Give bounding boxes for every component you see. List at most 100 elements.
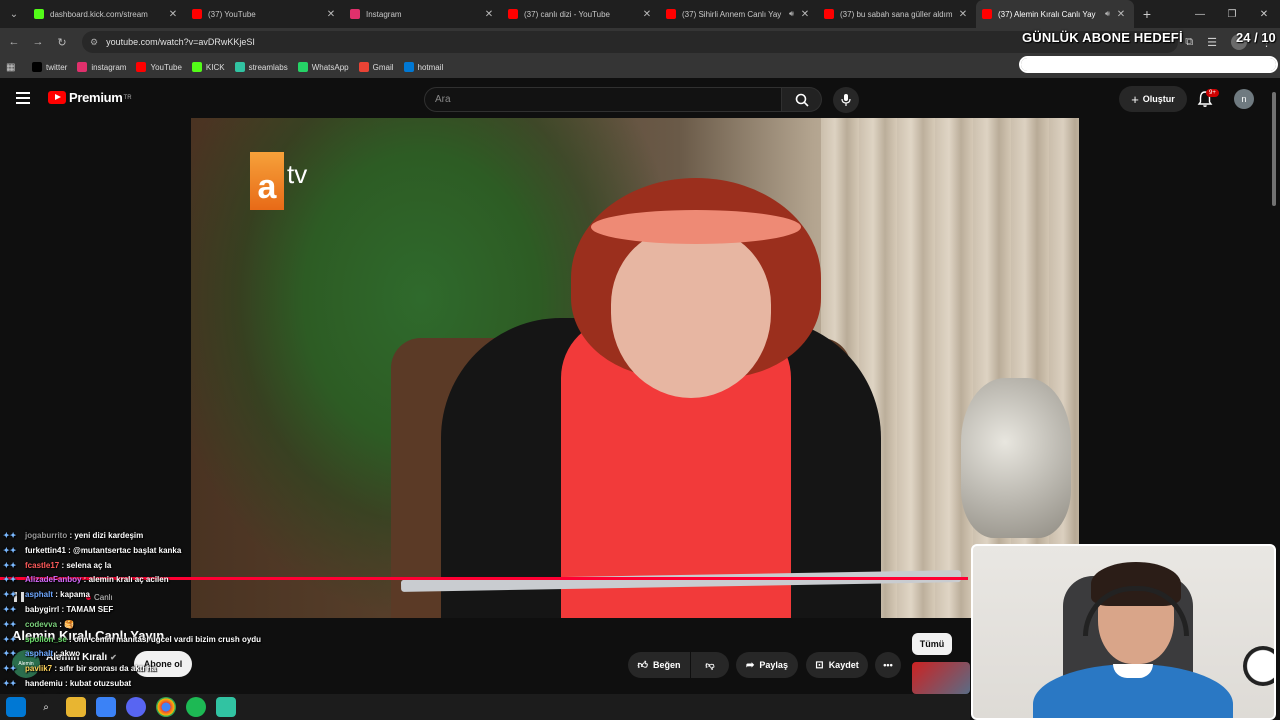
thumbs-down-icon: 👎︎ bbox=[705, 659, 715, 670]
tab-close-icon[interactable]: ✕ bbox=[1114, 9, 1128, 20]
file-explorer-icon[interactable] bbox=[66, 697, 86, 717]
windows-taskbar: ⌕ bbox=[0, 694, 970, 720]
streamlabs-icon[interactable] bbox=[216, 697, 236, 717]
chrome-icon[interactable] bbox=[156, 697, 176, 717]
tab-close-icon[interactable]: ✕ bbox=[166, 9, 180, 20]
chat-message: ✦✦ asphalt : kapama bbox=[3, 588, 303, 603]
filter-chip-all[interactable]: Tümü bbox=[912, 633, 952, 655]
bookmark-label: instagram bbox=[91, 62, 127, 72]
spotify-icon[interactable] bbox=[186, 697, 206, 717]
bookmark-gmail[interactable]: Gmail bbox=[358, 62, 394, 72]
youtube-header: Premium TR Ara bbox=[0, 80, 1280, 118]
tab-close-icon[interactable]: ✕ bbox=[798, 9, 812, 20]
search-input[interactable]: Ara bbox=[424, 87, 782, 112]
tab-close-icon[interactable]: ✕ bbox=[640, 9, 654, 20]
bookmark-icon: ⊡ bbox=[815, 659, 824, 671]
youtube-premium-logo[interactable]: Premium TR bbox=[48, 90, 132, 105]
save-label: Kaydet bbox=[828, 660, 859, 670]
share-button[interactable]: ➦ Paylaş bbox=[736, 652, 798, 678]
logo-text: Premium bbox=[69, 90, 123, 105]
apps-grid-icon[interactable]: ▦ bbox=[6, 62, 22, 73]
tab-favicon-icon bbox=[666, 9, 676, 19]
bookmark-instagram[interactable]: instagram bbox=[77, 62, 126, 72]
tab-close-icon[interactable]: ✕ bbox=[956, 9, 970, 20]
chat-message: ✦✦ furkettin41 : @mutantsertac başlat kan… bbox=[3, 544, 303, 559]
minimize-icon[interactable]: — bbox=[1184, 0, 1216, 28]
bookmark-label: hotmail bbox=[417, 62, 444, 72]
subscriber-goal-title: GÜNLÜK ABONE HEDEFİ bbox=[1022, 30, 1183, 45]
new-tab-button[interactable]: + bbox=[1134, 6, 1160, 22]
tab-favicon-icon bbox=[34, 9, 44, 19]
chat-message: ✦✦ asphalt : akwo bbox=[3, 647, 303, 662]
browser-tab[interactable]: (37) canlı dizi - YouTube ✕ bbox=[502, 0, 660, 28]
related-video-thumbnail[interactable] bbox=[912, 662, 970, 694]
tab-list-icon[interactable]: ☰ bbox=[1207, 36, 1217, 49]
url-field[interactable]: ⚙ youtube.com/watch?v=avDRwKKjeSI bbox=[82, 31, 1178, 53]
chat-badge-icon: ✦✦ bbox=[3, 678, 17, 688]
bookmark-whatsapp[interactable]: WhatsApp bbox=[297, 62, 349, 72]
browser-tab[interactable]: dashboard.kick.com/stream ✕ bbox=[28, 0, 186, 28]
windows-start-icon[interactable] bbox=[6, 697, 26, 717]
discord-icon[interactable] bbox=[126, 697, 146, 717]
tab-close-icon[interactable]: ✕ bbox=[482, 9, 496, 20]
subscriber-goal-fill bbox=[1021, 58, 1276, 71]
bookmark-kick[interactable]: KICK bbox=[191, 62, 225, 72]
video-player[interactable]: a tv bbox=[191, 118, 1079, 618]
page-scrollbar[interactable] bbox=[1272, 92, 1276, 206]
chat-message: ✦✦ handemiu : kubat otuzsubat bbox=[3, 677, 303, 692]
forward-icon[interactable]: → bbox=[26, 28, 50, 56]
bookmark-twitter[interactable]: twitter bbox=[32, 62, 67, 72]
chat-username: handemiu bbox=[25, 678, 63, 688]
chat-separator: : bbox=[81, 575, 89, 585]
taskbar-search-icon[interactable]: ⌕ bbox=[36, 697, 56, 717]
tab-audio-icon[interactable]: 🔊︎ bbox=[1105, 9, 1110, 19]
search-button[interactable] bbox=[782, 87, 822, 112]
tab-title: Instagram bbox=[366, 9, 402, 19]
bookmark-favicon-icon bbox=[297, 62, 308, 72]
tab-close-icon[interactable]: ✕ bbox=[324, 9, 338, 20]
more-actions-button[interactable]: ••• bbox=[875, 652, 901, 678]
like-button[interactable]: 👍︎ Beğen bbox=[628, 652, 690, 678]
chat-separator: : bbox=[66, 634, 74, 644]
bookmark-streamlabs[interactable]: streamlabs bbox=[234, 62, 288, 72]
chat-username: asphalt bbox=[25, 590, 54, 600]
tab-audio-icon[interactable]: 🔊︎ bbox=[789, 9, 794, 19]
webcam-overlay bbox=[971, 544, 1276, 720]
chat-message: ✦✦ AlizadeFanboy : alemin kralı aç acilen bbox=[3, 573, 303, 588]
restore-icon[interactable]: ❐ bbox=[1216, 0, 1248, 28]
chat-message: ✦✦ jogaburrito : yeni dizi kardeşim bbox=[3, 529, 303, 544]
chat-message: ✦✦ codevva : 🥞 bbox=[3, 618, 303, 633]
close-window-icon[interactable]: ✕ bbox=[1248, 0, 1280, 28]
browser-tab[interactable]: (37) YouTube ✕ bbox=[186, 0, 344, 28]
reload-icon[interactable]: ↻ bbox=[50, 28, 74, 56]
browser-tab[interactable]: Instagram ✕ bbox=[344, 0, 502, 28]
voice-search-button[interactable] bbox=[833, 87, 859, 113]
create-button[interactable]: + Oluştur bbox=[1119, 86, 1187, 112]
app-icon[interactable] bbox=[96, 697, 116, 717]
site-info-icon[interactable]: ⚙ bbox=[90, 37, 98, 48]
browser-tab[interactable]: (37) bu sabah sana güller aldım ✕ bbox=[818, 0, 976, 28]
share-icon: ➦ bbox=[746, 659, 755, 671]
bookmark-label: streamlabs bbox=[248, 62, 288, 72]
save-button[interactable]: ⊡ Kaydet bbox=[806, 652, 868, 678]
subscriber-goal-bar bbox=[1019, 56, 1278, 73]
chat-username: fcastle17 bbox=[25, 560, 60, 570]
tab-title: (37) bu sabah sana güller aldım bbox=[840, 9, 953, 19]
dislike-button[interactable]: 👎︎ bbox=[691, 652, 729, 678]
tab-search-chevron-icon[interactable]: ⌄ bbox=[0, 0, 28, 28]
menu-hamburger-icon[interactable] bbox=[16, 92, 30, 104]
browser-tab[interactable]: (37) Alemin Kıralı Canlı Yay 🔊︎ ✕ bbox=[976, 0, 1134, 28]
tab-favicon-icon bbox=[350, 9, 360, 19]
chat-badge-icon: ✦✦ bbox=[3, 531, 17, 540]
bookmark-label: WhatsApp bbox=[311, 62, 349, 72]
chat-badge-icon: ✦✦ bbox=[3, 545, 17, 555]
tab-favicon-icon bbox=[192, 9, 202, 19]
back-icon[interactable]: ← bbox=[2, 28, 26, 56]
bookmark-youtube[interactable]: YouTube bbox=[136, 62, 182, 72]
extensions-icon[interactable]: ⧉ bbox=[1185, 36, 1193, 49]
bookmark-hotmail[interactable]: hotmail bbox=[403, 62, 444, 72]
account-avatar[interactable]: n bbox=[1234, 89, 1254, 109]
browser-tab[interactable]: (37) Sihirli Annem Canlı Yay 🔊︎ ✕ bbox=[660, 0, 818, 28]
bookmark-label: Gmail bbox=[372, 62, 394, 72]
youtube-play-icon bbox=[48, 91, 66, 104]
